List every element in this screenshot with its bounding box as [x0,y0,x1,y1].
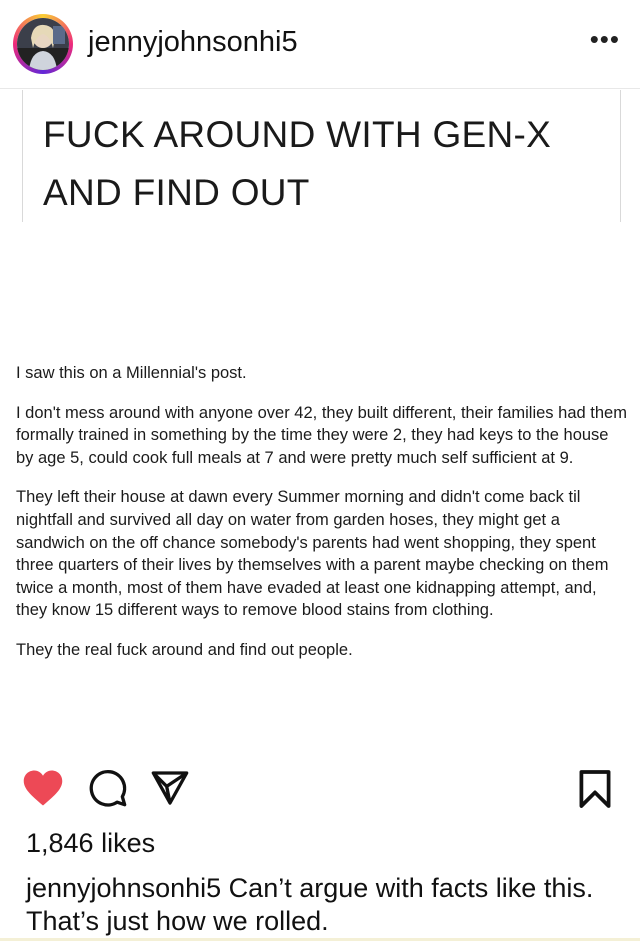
more-options-icon[interactable]: ••• [590,24,620,55]
avatar-story-ring[interactable] [13,14,73,74]
divider [0,938,640,941]
body-paragraph: I don't mess around with anyone over 42,… [16,403,627,467]
post-header: jennyjohnsonhi5 ••• [0,0,640,90]
post-image-body: I saw this on a Millennial's post. I don… [16,362,628,679]
divider [22,90,23,222]
body-paragraph: They left their house at dawn every Summ… [16,488,609,620]
divider [0,88,640,89]
body-paragraph: They the real fuck around and find out p… [16,640,353,659]
avatar[interactable] [17,18,69,70]
comment-icon[interactable] [88,768,128,808]
post-image-headline: FUCK AROUND WITH GEN-X AND FIND OUT [43,106,603,222]
post-username[interactable]: jennyjohnsonhi5 [88,26,298,59]
send-icon[interactable] [150,768,190,808]
caption-username[interactable]: jennyjohnsonhi5 [26,873,221,903]
like-count[interactable]: 1,846 likes [26,828,155,859]
post-caption: jennyjohnsonhi5 Can’t argue with facts l… [26,872,626,938]
avatar-image [17,18,69,70]
headline-line: FUCK AROUND WITH GEN-X [43,114,552,155]
bookmark-icon[interactable] [578,768,612,810]
body-paragraph: I saw this on a Millennial's post. [16,364,247,382]
divider [620,90,621,222]
headline-line: AND FIND OUT [43,172,310,213]
heart-icon[interactable] [22,768,64,808]
post-actions [0,760,640,820]
